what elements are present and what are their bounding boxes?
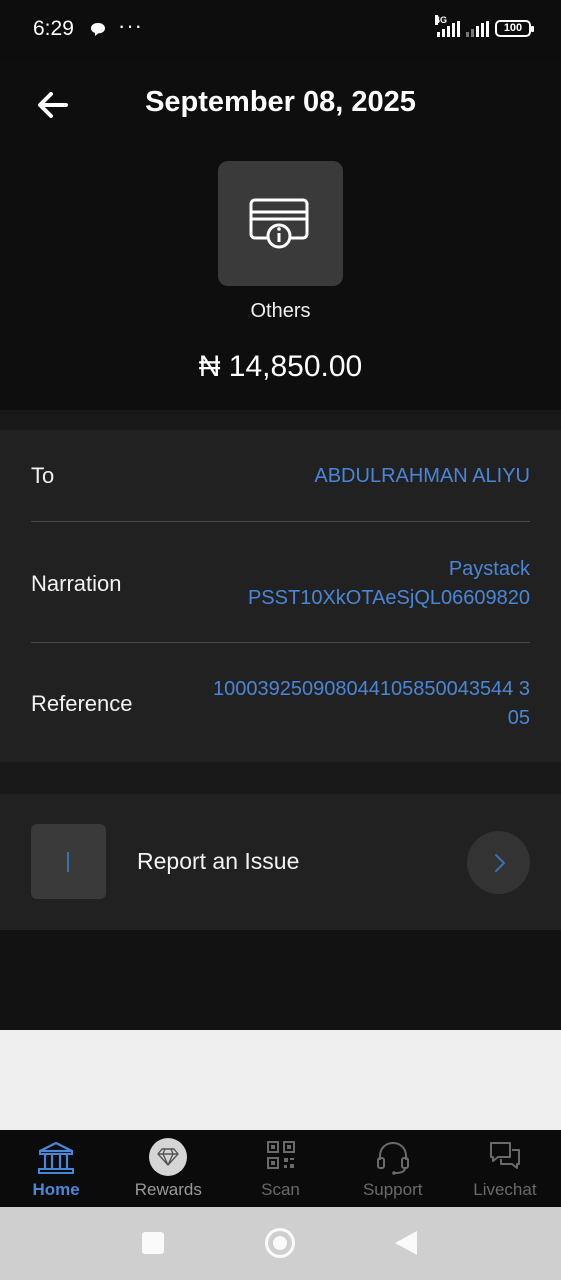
- narration-label: Narration: [31, 571, 122, 596]
- report-issue-button[interactable]: [467, 831, 530, 894]
- transaction-amount: ₦ 14,850.00: [198, 350, 363, 383]
- detail-row-to: To ABDULRAHMAN ALIYU: [31, 460, 530, 492]
- detail-row-narration: Narration Paystack PSST10XkOTAeSjQL06609…: [31, 554, 530, 614]
- network-type: 4G: [435, 14, 448, 25]
- report-issue-label: Report an Issue: [137, 848, 300, 874]
- divider: [31, 521, 530, 522]
- narration-value: Paystack PSST10XkOTAeSjQL06609820: [248, 555, 530, 613]
- nav-rewards-label: Rewards: [134, 1180, 202, 1199]
- nav-home[interactable]: Home: [0, 1130, 112, 1207]
- nav-livechat[interactable]: Livechat: [449, 1130, 561, 1207]
- nav-support[interactable]: Support: [337, 1130, 449, 1207]
- message-bubble-icon: [90, 22, 106, 42]
- nav-rewards[interactable]: Rewards: [112, 1130, 224, 1207]
- chevron-right-icon: [495, 854, 505, 872]
- page-title: September 08, 2025: [145, 86, 416, 118]
- signal-icon: [466, 20, 489, 37]
- to-value: ABDULRAHMAN ALIYU: [314, 464, 530, 487]
- battery-icon: 100: [495, 20, 534, 37]
- reference-line-2: 05: [507, 707, 530, 729]
- section-divider: [0, 410, 561, 430]
- signal-4g-icon: 4G: [435, 14, 460, 37]
- chat-bubbles-icon: [489, 1142, 520, 1169]
- system-navigation-bar: [0, 1207, 561, 1280]
- report-icon: [31, 824, 106, 899]
- status-bar: 6:29 ··· 4G 100: [0, 0, 561, 60]
- category-tile: [218, 161, 343, 286]
- diamond-icon: [149, 1138, 188, 1176]
- transaction-header: September 08, 2025 Others ₦ 14,850.00: [0, 60, 561, 410]
- detail-row-reference: Reference 100039250908044105850043544 3 …: [31, 674, 530, 734]
- reference-label: Reference: [31, 691, 133, 716]
- more-notifications-icon: ···: [118, 13, 143, 38]
- status-time: 6:29: [33, 17, 74, 40]
- narration-line-2: PSST10XkOTAeSjQL06609820: [247, 587, 530, 609]
- headset-icon: [376, 1141, 409, 1175]
- bank-icon: [38, 1141, 75, 1174]
- divider: [31, 642, 530, 643]
- narration-line-1: Paystack: [448, 558, 530, 580]
- nav-livechat-label: Livechat: [473, 1180, 537, 1199]
- report-issue-row[interactable]: Report an Issue: [0, 794, 561, 930]
- home-circle-icon[interactable]: [265, 1228, 295, 1258]
- qr-code-icon: [266, 1141, 295, 1169]
- empty-space: [0, 930, 561, 1030]
- category-label: Others: [250, 300, 311, 322]
- reference-value[interactable]: 100039250908044105850043544 3 05: [213, 675, 530, 733]
- nav-home-label: Home: [32, 1180, 80, 1199]
- section-divider: [0, 762, 561, 794]
- transaction-details: To ABDULRAHMAN ALIYU Narration Paystack …: [0, 430, 561, 762]
- nav-support-label: Support: [362, 1180, 423, 1199]
- to-label: To: [31, 463, 55, 488]
- nav-scan-label: Scan: [261, 1180, 300, 1199]
- empty-panel: [0, 1030, 561, 1130]
- card-info-icon: [249, 198, 309, 249]
- nav-scan[interactable]: Scan: [224, 1130, 336, 1207]
- recent-apps-icon[interactable]: [142, 1232, 164, 1254]
- bottom-navigation: Home Rewards Scan Support Livechat: [0, 1130, 561, 1207]
- back-triangle-icon[interactable]: [395, 1231, 417, 1255]
- reference-line-1: 100039250908044105850043544 3: [212, 678, 530, 700]
